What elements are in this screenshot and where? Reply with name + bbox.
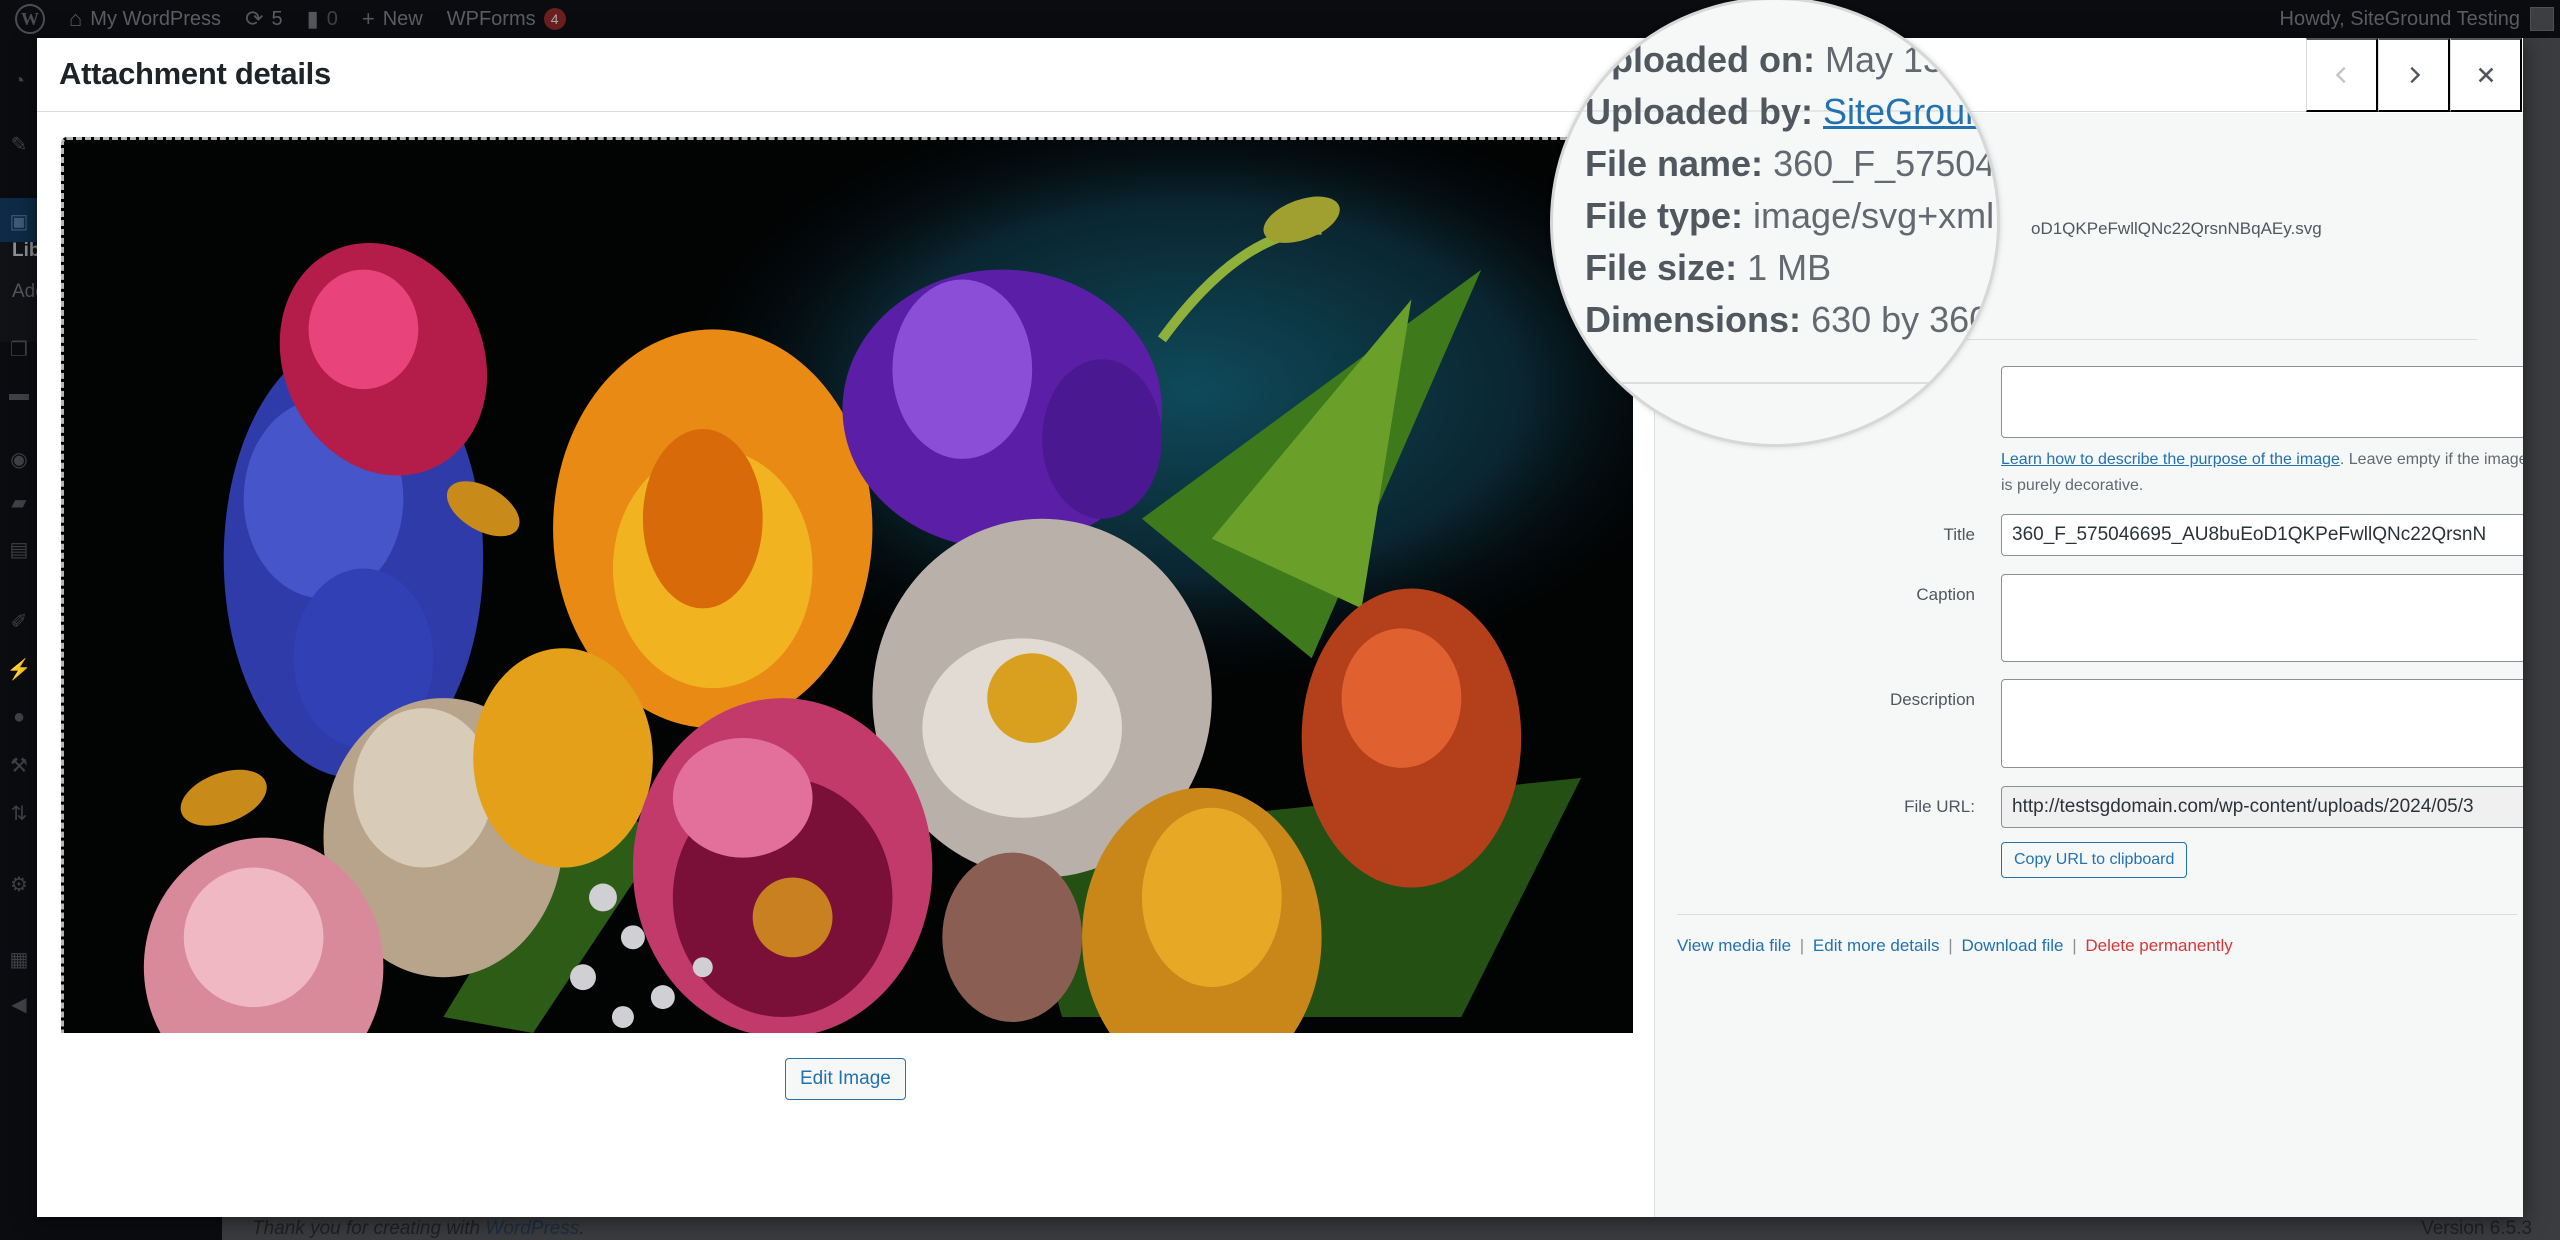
uploaded-on-row: Uploaded on: May 13, [1585,34,1995,86]
alt-text-help: Learn how to describe the purpose of the… [2001,447,2523,499]
view-media-link[interactable]: View media file [1677,936,1791,955]
avatar [2530,7,2554,31]
uploaded-by-row: Uploaded by: SiteGroun [1585,86,1995,138]
dimensions-row: Dimensions: 630 by 360 [1585,294,1995,346]
elementor-icon[interactable]: ◉ [8,448,30,471]
modal-header: Attachment details [37,38,2523,112]
description-field[interactable] [2001,679,2523,768]
file-type-value: image/svg+xml [1753,195,1995,236]
settings-icon[interactable]: ⇅ [8,802,30,825]
folder-icon[interactable]: ▰ [8,491,30,514]
footer-version: Version 6.5.3 [2421,1218,2532,1239]
chevron-right-icon [2409,66,2420,84]
wordpress-logo-icon: W [15,4,45,34]
site-name-link[interactable]: ⌂ My WordPress [57,0,233,38]
file-type-label: File type: [1585,195,1744,236]
forms-icon[interactable]: ▦ [8,948,30,971]
templates-icon[interactable]: ▤ [8,538,30,561]
separator: | [1799,936,1805,955]
title-field[interactable]: 360_F_575046695_AU8buEoD1QKPeFwllQNc22Qr… [2001,514,2523,556]
file-size-row: File size: 1 MB [1585,242,1995,294]
updates-icon: ⟳ [245,6,264,31]
file-type-row: File type: image/svg+xml [1585,190,1995,242]
uploaded-by-link[interactable]: SiteGroun [1823,91,1985,132]
dashboard-icon[interactable]: ◔ [8,70,30,92]
description-label: Description [1889,690,1975,709]
delete-permanently-link[interactable]: Delete permanently [2085,936,2232,955]
pages-icon[interactable]: ❐ [8,338,30,361]
comments-icon[interactable]: ▬ [8,383,30,405]
separator: | [1948,936,1953,955]
footer-thanks: Thank you for creating with WordPress. [252,1218,585,1240]
file-name-row: File name: 360_F_57504 [1585,138,1995,190]
home-icon: ⌂ [69,6,83,31]
media-icon[interactable]: ▣ [8,210,30,233]
file-name-label: File name: [1585,143,1764,184]
close-icon [2478,67,2493,83]
admin-bar: W ⌂ My WordPress ⟳ 5 ▮ 0 + New WPForms 4… [0,0,2560,38]
file-name-tail: oD1QKPeFwllQNc22QrsnNBqAEy.svg [2031,219,2322,238]
file-info: Uploaded on: May 13, Uploaded by: SiteGr… [1585,34,1995,346]
attachment-image [61,137,1633,1033]
new-label: New [382,7,423,30]
wpforms-badge: 4 [543,8,566,30]
my-account-link[interactable]: Howdy, SiteGround Testing [2280,7,2560,31]
dimensions-label: Dimensions: [1585,299,1802,340]
dimensions-value: 630 by 360 [1811,299,1990,340]
wpforms-label: WPForms [446,7,536,30]
attachment-details-modal: Attachment details Edit Image oD1QKPeFwl… [37,38,2523,1217]
separator: | [2072,936,2077,955]
uploaded-on-label: Uploaded on: [1585,39,1815,80]
attachment-actions: View media file | Edit more details | Do… [1677,936,2233,956]
uploaded-by-label: Uploaded by: [1585,91,1814,132]
plugins-icon[interactable]: ⚡ [7,658,32,681]
file-url-label: File URL: [1904,797,1975,816]
file-name-value: 360_F_57504 [1773,143,1996,184]
alt-text-help-link[interactable]: Learn how to describe the purpose of the… [2001,451,2340,468]
magnifier-overlay: Uploaded on: May 13, Uploaded by: SiteGr… [1550,0,2000,447]
download-file-link[interactable]: Download file [1961,936,2063,955]
updates-count: 5 [271,7,283,30]
divider [1553,382,1997,384]
close-button[interactable] [2450,38,2522,112]
new-content-link[interactable]: + New [350,0,435,38]
site-name: My WordPress [90,7,222,30]
copy-url-button[interactable]: Copy URL to clipboard [2001,842,2188,878]
pin-icon[interactable]: ✎ [8,133,30,156]
greeting: Howdy, SiteGround Testing [2279,7,2521,30]
caption-field[interactable] [2001,574,2523,662]
title-label: Title [1943,525,1976,544]
wpforms-link[interactable]: WPForms 4 [435,0,578,38]
comments-count: 0 [326,7,338,30]
chevron-left-icon [2335,66,2346,84]
caption-label: Caption [1916,585,1975,604]
comment-icon: ▮ [306,6,319,31]
file-size-value: 1 MB [1747,247,1832,288]
footer-thanks-suffix: . [579,1218,585,1239]
security-icon[interactable]: ⚙ [8,873,30,896]
edit-image-button[interactable]: Edit Image [785,1058,906,1100]
next-button[interactable] [2378,38,2450,112]
comments-link[interactable]: ▮ 0 [295,0,350,38]
alt-text-field[interactable] [2001,366,2523,438]
updates-link[interactable]: ⟳ 5 [233,0,295,38]
tools-icon[interactable]: ⚒ [8,754,30,777]
uploaded-on-value: May 13, [1825,39,1954,80]
users-icon[interactable]: ● [8,706,30,728]
file-size-label: File size: [1585,247,1738,288]
modal-title: Attachment details [59,56,331,91]
edit-details-link[interactable]: Edit more details [1813,936,1940,955]
appearance-icon[interactable]: ✐ [8,610,30,633]
divider [1677,914,2517,915]
media-preview-area: Edit Image [37,113,1654,1217]
flower-bouquet-image [64,140,1633,1033]
footer-thanks-text: Thank you for creating with [252,1218,486,1239]
footer-wordpress-link[interactable]: WordPress [485,1218,579,1239]
previous-button[interactable] [2306,38,2378,112]
plus-icon: + [361,6,375,31]
wp-logo-menu[interactable]: W [0,0,57,38]
collapse-icon[interactable]: ◀ [8,993,30,1016]
file-url-field[interactable]: http://testsgdomain.com/wp-content/uploa… [2001,786,2523,828]
